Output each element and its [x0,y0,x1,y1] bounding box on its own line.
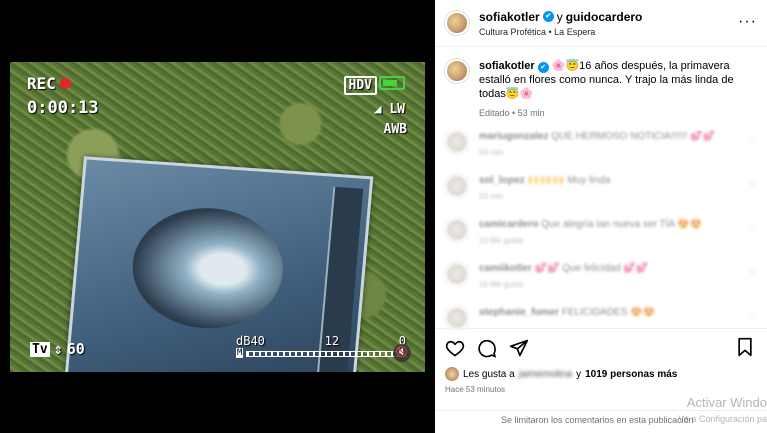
post-caption: sofiakotler ✔ 🌸😇16 años después, la prim… [435,47,767,120]
ultrasound-image [127,203,288,334]
post-photo[interactable]: REC 0:00:13 HDV ◢ LW AWB Tv ⇕ 60 dB40 12… [10,62,425,372]
windows-activation-title: Activar Windo [686,395,767,410]
like-comment-icon[interactable]: ♡ [749,136,757,147]
comment-text: Que alegría tan nueva ser TÍA 😍😍 [541,219,703,230]
avatar[interactable] [445,218,469,242]
meter-db-label: dB40 [236,334,265,348]
avatar[interactable] [445,262,469,286]
more-options-icon[interactable]: ··· [738,13,757,31]
comment-text: FELICIDADES 😍😍 [561,307,656,318]
comment-user[interactable]: stephanie_fumer [479,307,559,318]
up-down-icon: ⇕ [53,340,63,358]
post-actions: Les gusta a jaimemolina y 1019 personas … [435,328,767,394]
list-item: camiikotler 💕💕 Que felicidad 💕💕 16 Me gu… [445,262,757,291]
likes-liker[interactable]: jaimemolina [519,369,572,380]
post-side-panel: sofiakotler ✔ y guidocardero Cultura Pro… [435,0,767,433]
share-icon[interactable] [509,338,529,358]
likes-suffix: y [576,368,582,380]
likes-prefix: Les gusta a [463,368,515,380]
avatar [445,367,459,381]
header-collaborator[interactable]: guidocardero [566,10,643,24]
verified-icon: ✔ [537,62,549,73]
avatar[interactable] [445,59,469,83]
rec-indicator: REC [27,74,71,93]
comment-user[interactable]: sol_lopez [479,175,525,186]
meter-bar [246,351,406,357]
comment-text: 💕💕 Que felicidad 💕💕 [534,263,649,274]
comment-list: mariugonzalez QUE HERMOSO NOTICIA!!!!!! … [435,130,767,345]
meter-mid-label: 12 [324,334,340,348]
verified-icon: ✔ [542,11,554,22]
recording-time: 0:00:13 [27,98,99,118]
header-subtitle[interactable]: Cultura Profética • La Espera [479,27,642,37]
awb-indicator: AWB [383,122,407,137]
lw-label: LW [389,102,405,117]
comment-meta: 16 Me gusta [479,280,524,289]
heart-icon[interactable] [445,338,465,358]
caption-meta: Editado • 53 min [479,108,545,118]
audio-meter: dB40 12 0 M [236,334,406,358]
likes-summary: Les gusta a jaimemolina y 1019 personas … [445,367,757,381]
bookmark-icon[interactable] [735,337,755,357]
battery-icon [379,76,405,90]
caption-username[interactable]: sofiakotler [479,60,535,72]
likes-count[interactable]: 1019 personas más [585,369,677,380]
post-media-panel: REC 0:00:13 HDV ◢ LW AWB Tv ⇕ 60 dB40 12… [0,0,435,433]
like-comment-icon[interactable]: ♡ [749,312,757,323]
mute-icon[interactable]: 🔇 [393,344,411,362]
post-header: sofiakotler ✔ y guidocardero Cultura Pro… [435,0,767,47]
avatar[interactable] [445,130,469,154]
like-comment-icon[interactable]: ♡ [749,224,757,235]
hdv-badge: HDV [343,76,377,95]
comment-meta: 53 min [479,148,504,157]
tv-label: Tv [30,341,50,357]
header-username[interactable]: sofiakotler [479,10,540,24]
post-timestamp[interactable]: Hace 53 minutos [445,385,757,394]
avatar[interactable] [445,306,469,330]
list-item: stephanie_fumer FELICIDADES 😍😍 ♡ [445,306,757,330]
avatar[interactable] [445,174,469,198]
comment-text: 🙌🙌🙌 Muy linda [527,175,611,186]
list-item: sol_lopez 🙌🙌🙌 Muy linda 53 min ♡ [445,174,757,203]
windows-activation-subtitle: Ve a Configuración pa [678,414,767,424]
comment-user[interactable]: camiikotler [479,263,532,274]
rec-label: REC [27,74,56,93]
tv-value: 60 [66,340,85,358]
list-item: camicardero Que alegría tan nueva ser TÍ… [445,218,757,247]
lw-indicator: ◢ LW [373,102,405,117]
meter-m-label: M [236,348,244,358]
tv-indicator: Tv ⇕ 60 [30,340,85,358]
like-comment-icon[interactable]: ♡ [749,268,757,279]
rec-dot-icon [59,78,71,89]
comment-icon[interactable] [477,338,497,358]
header-connector: y [556,9,563,24]
comment-text: QUE HERMOSO NOTICIA!!!!!! 💕💕 [551,131,716,142]
like-comment-icon[interactable]: ♡ [749,180,757,191]
comment-user[interactable]: mariugonzalez [479,131,548,142]
comment-user[interactable]: camicardero [479,219,538,230]
avatar[interactable] [445,11,469,35]
comment-meta: 10 Me gusta [479,236,524,245]
comment-meta: 53 min [479,192,504,201]
list-item: mariugonzalez QUE HERMOSO NOTICIA!!!!!! … [445,130,757,159]
